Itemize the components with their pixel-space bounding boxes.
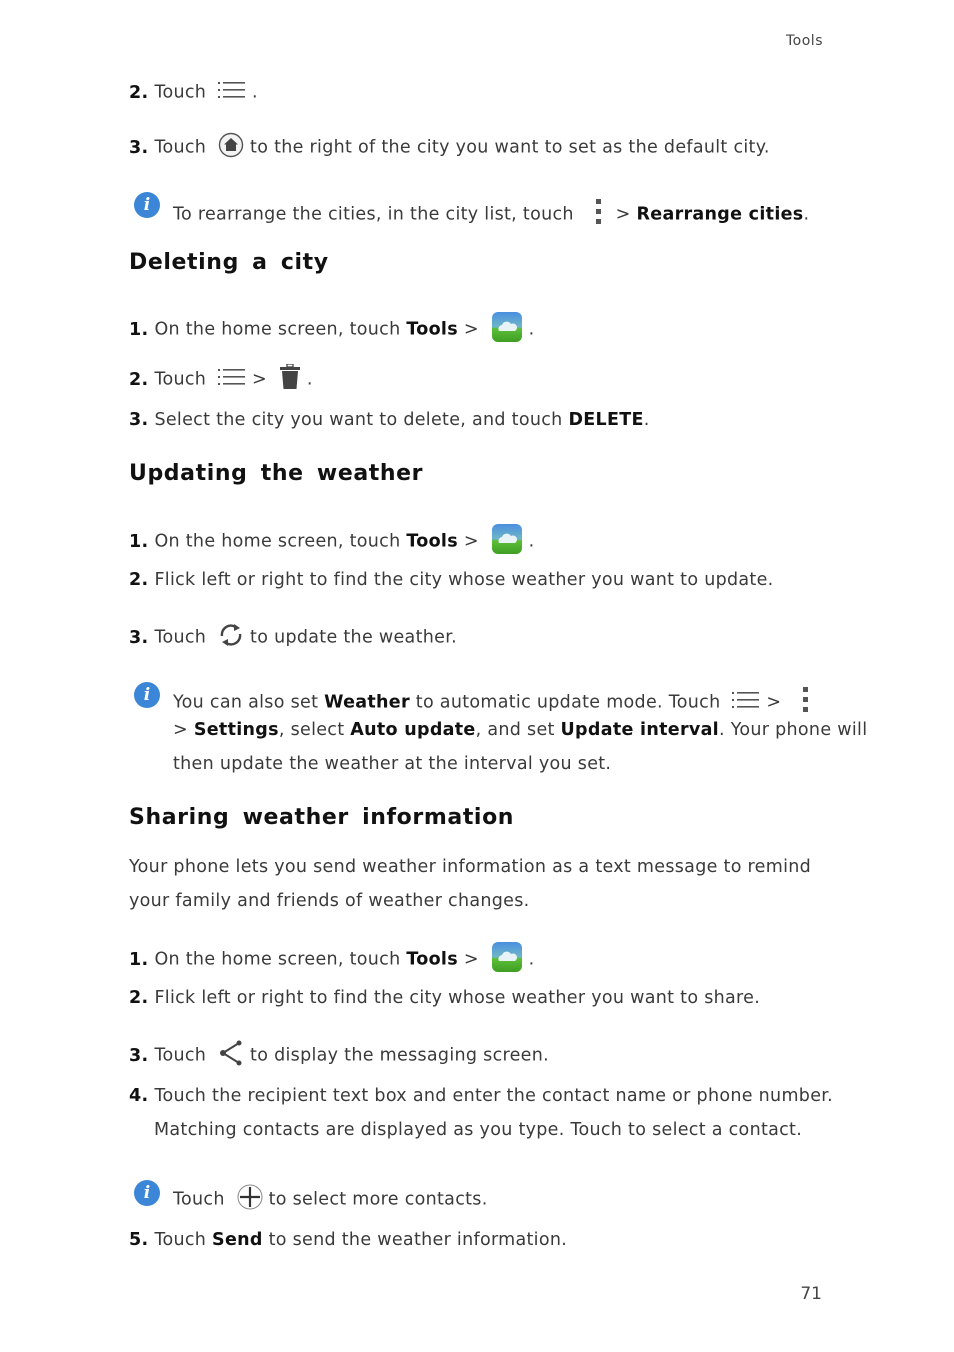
share-icon [218,1040,244,1071]
share-step-4-line-2: Matching contacts are displayed as you t… [154,1120,803,1140]
weather-app-icon [491,312,523,347]
heading-sharing-weather-information: Sharing weather information [129,805,515,830]
share-step-5: 5. Touch Send to send the weather informa… [129,1230,568,1250]
add-contact-plus-icon [237,1184,263,1215]
delete-step-2: 2. Touch > . [129,363,313,395]
delete-step-1: 1. On the home screen, touch Tools > . [129,312,535,347]
delete-step-3: 3. Select the city you want to delete, an… [129,410,650,430]
share-step-3: 3. Touch to display the messaging screen. [129,1040,549,1071]
more-vert-icon [586,198,610,231]
section-header: Tools [786,33,823,49]
update-step-1: 1. On the home screen, touch Tools > . [129,524,535,559]
menu-list-icon [218,367,246,392]
sharing-intro-line-2: your family and friends of weather chang… [129,891,530,911]
share-step-1: 1. On the home screen, touch Tools > . [129,942,535,977]
menu-list-icon [732,690,760,715]
sharing-intro-line-1: Your phone lets you send weather informa… [129,857,812,877]
info-icon: i [134,1180,160,1206]
heading-updating-the-weather: Updating the weather [129,461,424,486]
note-auto-update-line-1: You can also set Weather to automatic up… [173,686,823,719]
weather-app-icon [491,942,523,977]
step-3-set-default: 3. Touch to the right of the city you wan… [129,132,770,163]
step-2-open-menu: 2. Touch . [129,80,258,105]
note-rearrange: To rearrange the cities, in the city lis… [173,198,809,231]
menu-list-icon [218,80,246,105]
heading-deleting-a-city: Deleting a city [129,250,329,275]
share-step-2: 2. Flick left or right to find the city w… [129,988,761,1008]
page-number: 71 [800,1284,822,1304]
refresh-icon [218,622,244,653]
share-step-4-line-1: 4. Touch the recipient text box and enter… [129,1086,834,1106]
note-more-contacts: Touch to select more contacts. [173,1184,488,1215]
info-icon: i [134,192,160,218]
note-auto-update-line-3: then update the weather at the interval … [173,754,612,774]
home-icon [218,132,244,163]
trash-icon [279,363,301,395]
more-vert-icon [793,686,817,719]
info-icon: i [134,682,160,708]
update-step-2: 2. Flick left or right to find the city w… [129,570,774,590]
note-auto-update-line-2: > Settings, select Auto update, and set … [173,720,868,740]
weather-app-icon [491,524,523,559]
update-step-3: 3. Touch to update the weather. [129,622,457,653]
